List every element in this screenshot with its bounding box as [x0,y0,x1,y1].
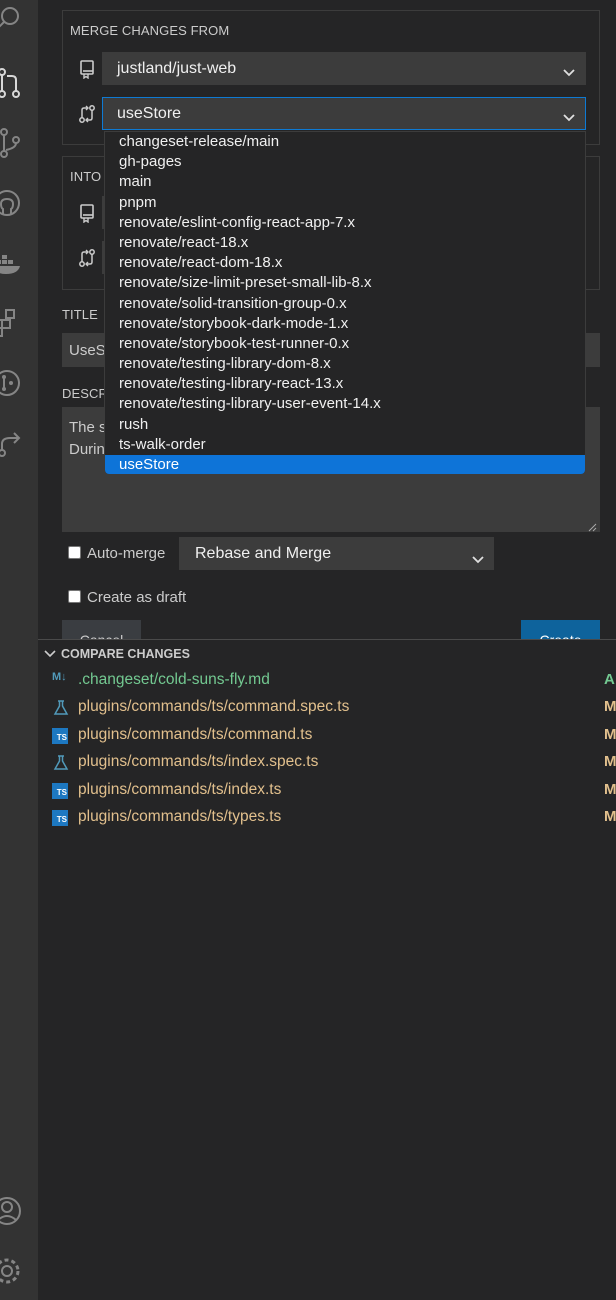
file-status-badge: M [604,808,616,825]
file-status-badge: M [604,698,616,716]
branch-option[interactable]: pnpm [105,193,585,213]
chevron-down-icon [561,105,577,122]
chevron-down-icon [561,60,577,77]
file-name: plugins/commands/ts/index.ts [78,780,282,798]
docker-icon[interactable] [0,246,24,280]
compare-changes-header[interactable]: COMPARE CHANGES [43,646,190,664]
description-label: DESCR [62,386,109,401]
branch-option[interactable]: renovate/storybook-test-runner-0.x [105,334,585,354]
search-icon[interactable] [0,0,24,34]
branch-compare-icon [77,248,97,268]
branch-option[interactable]: renovate/eslint-config-react-app-7.x [105,213,585,233]
draft-label: Create as draft [87,589,187,606]
merge-method-value: Rebase and Merge [195,545,332,562]
description-line-1: The s [69,419,107,436]
branch-option[interactable]: ts-walk-order [105,435,585,455]
extensions-icon[interactable] [0,306,24,340]
branch-option[interactable]: renovate/testing-library-dom-8.x [105,354,585,374]
changed-file-row[interactable]: plugins/commands/ts/command.spec.ts M [52,697,616,719]
title-value: UseS [69,342,106,359]
cancel-button[interactable]: Cancel [62,620,141,640]
repo-icon [77,203,97,224]
title-label: TITLE [62,307,98,322]
branch-option[interactable]: useStore [105,455,585,474]
auto-merge-checkbox[interactable] [68,546,81,559]
branch-option[interactable]: renovate/react-18.x [105,233,585,253]
changed-file-row[interactable]: TS plugins/commands/ts/index.ts M [52,780,616,802]
file-name: .changeset/cold-suns-fly.md [78,671,270,688]
merge-from-branch-value: useStore [117,105,182,122]
changed-file-row[interactable]: plugins/commands/ts/index.spec.ts M [52,752,616,774]
changed-file-row[interactable]: M↓ .changeset/cold-suns-fly.md A [52,670,616,692]
repo-icon [77,59,97,80]
file-name: plugins/commands/ts/command.ts [78,725,313,743]
merge-from-repo-value: justland/just-web [117,60,237,77]
branch-option[interactable]: renovate/storybook-dark-mode-1.x [105,314,585,334]
typescript-icon: TS [52,782,68,799]
resize-handle-icon[interactable] [587,519,597,532]
branch-option[interactable]: renovate/testing-library-user-event-14.x [105,394,585,414]
changed-file-row[interactable]: TS plugins/commands/ts/command.ts M [52,725,616,747]
account-icon[interactable] [0,1194,24,1228]
branch-compare-icon [77,104,97,124]
branch-option[interactable]: main [105,172,585,192]
merge-from-label: MERGE CHANGES FROM [70,23,230,38]
chevron-down-icon [43,646,57,660]
git-graph-icon[interactable] [0,366,24,400]
branch-option[interactable]: renovate/testing-library-react-13.x [105,374,585,394]
test-flask-icon [52,700,70,716]
activity-bar [0,0,38,1300]
file-status-badge: M [604,780,616,798]
file-status-badge: M [604,725,616,743]
typescript-icon: TS [52,727,68,744]
auto-merge-label: Auto-merge [87,545,166,562]
branch-option[interactable]: renovate/solid-transition-group-0.x [105,294,585,314]
test-flask-icon [52,755,70,771]
merge-from-repo-select[interactable]: justland/just-web [102,52,586,85]
draft-checkbox[interactable] [68,590,81,603]
changed-file-row[interactable]: TS plugins/commands/ts/types.ts M [52,807,616,829]
branch-option[interactable]: changeset-release/main [105,132,585,152]
branch-option[interactable]: renovate/size-limit-preset-small-lib-8.x [105,273,585,293]
description-line-2: Durin [69,441,105,458]
compare-changes-title: COMPARE CHANGES [61,647,190,661]
markdown-icon: M↓ [52,671,67,683]
file-status-badge: M [604,753,616,771]
branch-dropdown-list[interactable]: changeset-release/main gh-pages main pnpm re… [104,131,586,475]
pull-request-icon[interactable] [0,66,24,100]
file-name: plugins/commands/ts/types.ts [78,808,282,825]
branch-option[interactable]: renovate/react-dom-18.x [105,253,585,273]
into-label: INTO [70,169,102,184]
file-status-badge: A [604,671,615,688]
panel-divider[interactable] [38,639,616,640]
github-icon[interactable] [0,186,24,220]
merge-from-branch-select[interactable]: useStore [102,97,586,130]
source-control-icon[interactable] [0,126,24,160]
create-button[interactable]: Create [521,620,600,640]
branch-option[interactable]: gh-pages [105,152,585,172]
branch-option[interactable]: rush [105,415,585,435]
chevron-down-icon [470,546,486,564]
merge-method-select[interactable]: Rebase and Merge [179,537,494,570]
remote-share-icon[interactable] [0,426,24,460]
file-name: plugins/commands/ts/command.spec.ts [78,698,350,716]
typescript-icon: TS [52,810,68,826]
file-name: plugins/commands/ts/index.spec.ts [78,753,319,771]
gear-icon[interactable] [0,1254,24,1288]
